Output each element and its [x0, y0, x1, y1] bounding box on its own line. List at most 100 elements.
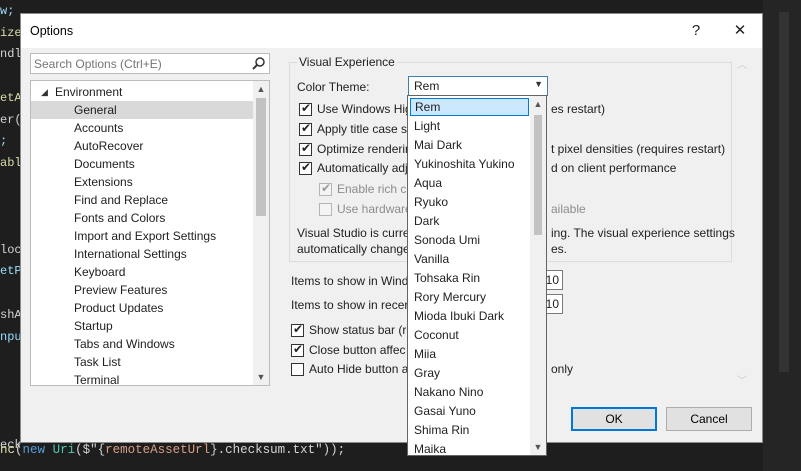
vx-checkbox-label-tail: ailable: [551, 202, 586, 216]
theme-option[interactable]: Miia: [410, 345, 529, 363]
tree-item[interactable]: Startup: [31, 317, 253, 335]
dropdown-scrollbar[interactable]: ▲ ▼: [530, 96, 546, 455]
tree-item[interactable]: Accounts: [31, 119, 253, 137]
theme-option[interactable]: Shima Rin: [410, 421, 529, 439]
theme-option[interactable]: Sonoda Umi: [410, 231, 529, 249]
vx-checkbox-label: Use hardware: [337, 202, 412, 216]
vx-checkbox-label: Enable rich cl: [337, 182, 410, 196]
tree-item[interactable]: Find and Replace: [31, 191, 253, 209]
theme-option[interactable]: Gasai Yuno: [410, 402, 529, 420]
scroll-down-icon[interactable]: ▼: [530, 439, 546, 455]
theme-option[interactable]: Maika: [410, 440, 529, 455]
color-theme-select[interactable]: Rem ▼: [408, 76, 548, 96]
ok-button[interactable]: OK: [571, 407, 657, 431]
vx-note-line1-right: ing. The visual experience settings: [551, 226, 735, 240]
close-button[interactable]: ✕: [727, 20, 753, 42]
theme-option[interactable]: Tohsaka Rin: [410, 269, 529, 287]
expand-triangle-icon[interactable]: ◢: [41, 83, 48, 101]
theme-option[interactable]: Ryuko: [410, 193, 529, 211]
tree-item-label: Import and Export Settings: [74, 229, 217, 243]
vx-note-line1-left: Visual Studio is curre: [297, 226, 410, 240]
status-bar-label: Show status bar (re: [309, 323, 414, 337]
title-bar[interactable]: Options ? ✕: [21, 14, 762, 48]
search-box[interactable]: [30, 53, 270, 74]
theme-option[interactable]: Light: [410, 117, 529, 135]
tree-item[interactable]: Tabs and Windows: [31, 335, 253, 353]
close-button-label: Close button affec: [309, 343, 406, 357]
tree-item[interactable]: Documents: [31, 155, 253, 173]
theme-option[interactable]: Nakano Nino: [410, 383, 529, 401]
editor-right-margin: [763, 0, 801, 471]
code-fragment: etP: [0, 264, 20, 279]
vx-checkbox-label: Use Windows Hig: [317, 102, 412, 116]
tree-item[interactable]: Product Updates: [31, 299, 253, 317]
scroll-up-icon[interactable]: ▲: [253, 81, 269, 97]
help-button[interactable]: ?: [683, 20, 709, 42]
scroll-up-icon[interactable]: ▲: [530, 96, 546, 112]
tree-item[interactable]: Extensions: [31, 173, 253, 191]
checkmark-icon: ✔: [301, 101, 312, 115]
vx-checkbox[interactable]: ✔: [299, 101, 312, 116]
scroll-down-icon[interactable]: ▼: [253, 369, 269, 385]
vx-checkbox-label: Optimize renderin: [317, 142, 412, 156]
items-recent-label: Items to show in recer: [291, 298, 409, 312]
tree-item[interactable]: International Settings: [31, 245, 253, 263]
theme-option[interactable]: Gray: [410, 364, 529, 382]
code-fragment: er(: [0, 112, 20, 127]
vx-checkbox-label-tail: es restart): [551, 102, 606, 116]
vx-checkbox[interactable]: ✔: [299, 121, 312, 136]
scrollbar-thumb[interactable]: [256, 98, 266, 216]
code-fragment: ndl: [0, 47, 20, 62]
tree-item-label: Tabs and Windows: [74, 337, 175, 351]
status-bar-checkbox[interactable]: ✔: [291, 322, 304, 337]
code-token: (: [15, 443, 23, 457]
color-theme-dropdown[interactable]: ▲ ▼ Rem Light Mai Dark Yukinoshita Yukino Aq…: [407, 95, 547, 456]
vx-checkbox[interactable]: ✔: [299, 160, 312, 175]
tree-item-label: Accounts: [74, 121, 124, 135]
tree-item[interactable]: General: [31, 101, 253, 119]
color-theme-value: Rem: [414, 79, 440, 93]
checkmark-icon: ✔: [301, 121, 312, 135]
tree-item[interactable]: AutoRecover: [31, 137, 253, 155]
tree-item[interactable]: Preview Features: [31, 281, 253, 299]
editor-scrollbar[interactable]: [779, 12, 789, 372]
tree-item[interactable]: Import and Export Settings: [31, 227, 253, 245]
tree-item-label: Documents: [74, 157, 135, 171]
tree-item[interactable]: Fonts and Colors: [31, 209, 253, 227]
theme-option[interactable]: Rory Mercury: [410, 288, 529, 306]
tree-item-label: Startup: [74, 319, 113, 333]
theme-option[interactable]: Dark: [410, 212, 529, 230]
vx-checkbox[interactable]: ✔: [299, 141, 312, 156]
theme-option[interactable]: Rem: [410, 98, 529, 116]
cancel-button[interactable]: Cancel: [666, 407, 752, 431]
search-icon[interactable]: [251, 56, 266, 71]
theme-option[interactable]: Aqua: [410, 174, 529, 192]
tree-node-environment[interactable]: ◢ Environment: [31, 83, 253, 101]
vx-note-line2-left: automatically change: [297, 242, 410, 256]
chevron-up-icon[interactable]: ︿: [737, 56, 747, 71]
vx-note-line2-right: es.: [551, 242, 568, 256]
tree-scrollbar[interactable]: ▲ ▼: [253, 81, 269, 385]
theme-option[interactable]: Mioda Ibuki Dark: [410, 307, 529, 325]
tree-item-label: International Settings: [74, 247, 187, 261]
checkmark-icon: ✔: [301, 160, 312, 174]
theme-option[interactable]: Coconut: [410, 326, 529, 344]
tree-item-label: Preview Features: [74, 283, 168, 297]
dialog-title: Options: [30, 24, 74, 38]
theme-option[interactable]: Yukinoshita Yukino: [410, 155, 529, 173]
autohide-label: Auto Hide button a: [309, 362, 409, 376]
tree-item[interactable]: Keyboard: [31, 263, 253, 281]
scrollbar-thumb[interactable]: [534, 115, 542, 235]
tree-item[interactable]: Task List: [31, 353, 253, 371]
tree-item[interactable]: Terminal: [31, 371, 253, 385]
tree-item-label: Fonts and Colors: [74, 211, 166, 225]
close-button-checkbox[interactable]: ✔: [291, 342, 304, 357]
code-fragment: etA: [0, 90, 20, 105]
search-input[interactable]: [34, 56, 244, 71]
autohide-checkbox[interactable]: [291, 363, 304, 376]
vx-checkbox-label: Automatically adj: [317, 161, 408, 175]
theme-option[interactable]: Vanilla: [410, 250, 529, 268]
checkmark-icon: ✔: [301, 141, 312, 155]
chevron-down-icon[interactable]: ﹀: [737, 372, 747, 387]
theme-option[interactable]: Mai Dark: [410, 136, 529, 154]
